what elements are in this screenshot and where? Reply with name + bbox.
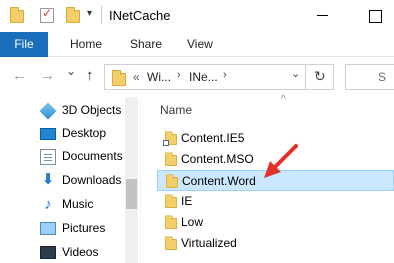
folder-icon [166, 174, 178, 189]
annotation-arrow-icon [264, 144, 298, 178]
title-bar: ▾ INetCache [0, 0, 394, 32]
address-dropdown-icon[interactable]: ⌄ [291, 67, 300, 80]
search-placeholder: S [378, 70, 387, 84]
nav-item-label: Desktop [62, 126, 107, 140]
download-icon: ⬇ [41, 171, 55, 188]
navigation-pane: 3D Objects Desktop Documents ⬇ Downloads… [0, 97, 140, 263]
forward-arrow-icon[interactable]: → [40, 67, 55, 84]
folder-icon [165, 215, 177, 230]
nav-item-3d-objects[interactable]: 3D Objects [0, 99, 125, 123]
nav-scrollbar-thumb[interactable] [126, 179, 137, 209]
recent-locations-icon[interactable]: ⌄ [66, 64, 76, 78]
file-row[interactable]: IE [157, 191, 394, 212]
column-header-name[interactable]: Name [160, 103, 192, 117]
nav-item-music[interactable]: ♪ Music [0, 193, 125, 217]
breadcrumb-inetcache[interactable]: INe... [189, 70, 218, 84]
nav-item-desktop[interactable]: Desktop [0, 122, 125, 146]
nav-item-pictures[interactable]: Pictures [0, 217, 125, 241]
address-divider [305, 65, 306, 89]
folder-icon [165, 236, 177, 251]
window-title: INetCache [109, 8, 171, 23]
pictures-icon [40, 222, 56, 235]
folder-icon [165, 194, 177, 209]
file-name: IE [181, 194, 193, 208]
tab-share[interactable]: Share [120, 32, 172, 57]
file-name: Content.Word [182, 174, 256, 188]
properties-icon[interactable] [40, 6, 54, 23]
chevron-right-icon[interactable]: › [177, 69, 181, 81]
folder-icon [10, 7, 24, 23]
chevron-right-icon[interactable]: › [223, 69, 227, 81]
nav-item-label: Music [62, 197, 94, 211]
breadcrumb-windows[interactable]: Wi... [147, 70, 171, 84]
tab-view[interactable]: View [177, 32, 223, 57]
customize-quick-access-icon[interactable]: ▾ [87, 8, 92, 19]
nav-item-label: Downloads [62, 173, 122, 187]
file-name: Low [181, 215, 204, 229]
file-name: Content.MSO [181, 152, 254, 166]
nav-item-label: Documents [62, 149, 123, 163]
file-name: Virtualized [181, 236, 237, 250]
tab-home[interactable]: Home [60, 32, 112, 57]
shortcut-overlay-icon [163, 140, 169, 146]
nav-item-label: 3D Objects [62, 103, 122, 117]
sort-ascending-icon: ^ [281, 94, 286, 105]
refresh-icon[interactable]: ↻ [314, 68, 326, 85]
desktop-icon [40, 128, 56, 140]
nav-item-label: Videos [62, 245, 99, 259]
search-box[interactable]: S [345, 64, 394, 90]
nav-item-downloads[interactable]: ⬇ Downloads [0, 169, 125, 193]
maximize-button[interactable] [352, 0, 394, 32]
documents-icon [40, 149, 56, 165]
videos-icon [40, 246, 56, 259]
breadcrumb-overflow[interactable]: « [133, 70, 140, 84]
tab-file[interactable]: File [0, 32, 48, 57]
nav-item-label: Pictures [62, 221, 106, 235]
folder-icon [112, 70, 126, 86]
minimize-button[interactable] [300, 0, 346, 32]
folder-icon [165, 152, 177, 167]
address-bar[interactable]: « Wi... › INe... › ⌄ ↻ [104, 64, 334, 90]
new-folder-icon[interactable] [66, 7, 80, 23]
file-row[interactable]: Virtualized [157, 233, 394, 254]
nav-item-documents[interactable]: Documents [0, 145, 125, 169]
navigation-bar: ← → ⌄ ↑ « Wi... › INe... › ⌄ ↻ S [0, 57, 394, 97]
cube-icon [39, 102, 57, 120]
back-arrow-icon[interactable]: ← [12, 67, 27, 84]
music-icon: ♪ [44, 196, 52, 213]
up-arrow-icon[interactable]: ↑ [86, 67, 94, 84]
file-row[interactable]: Low [157, 212, 394, 233]
file-name: Content.IE5 [181, 131, 245, 145]
title-divider [101, 6, 102, 24]
nav-item-videos[interactable]: Videos [0, 241, 125, 263]
ribbon-tabs: File Home Share View [0, 32, 394, 57]
